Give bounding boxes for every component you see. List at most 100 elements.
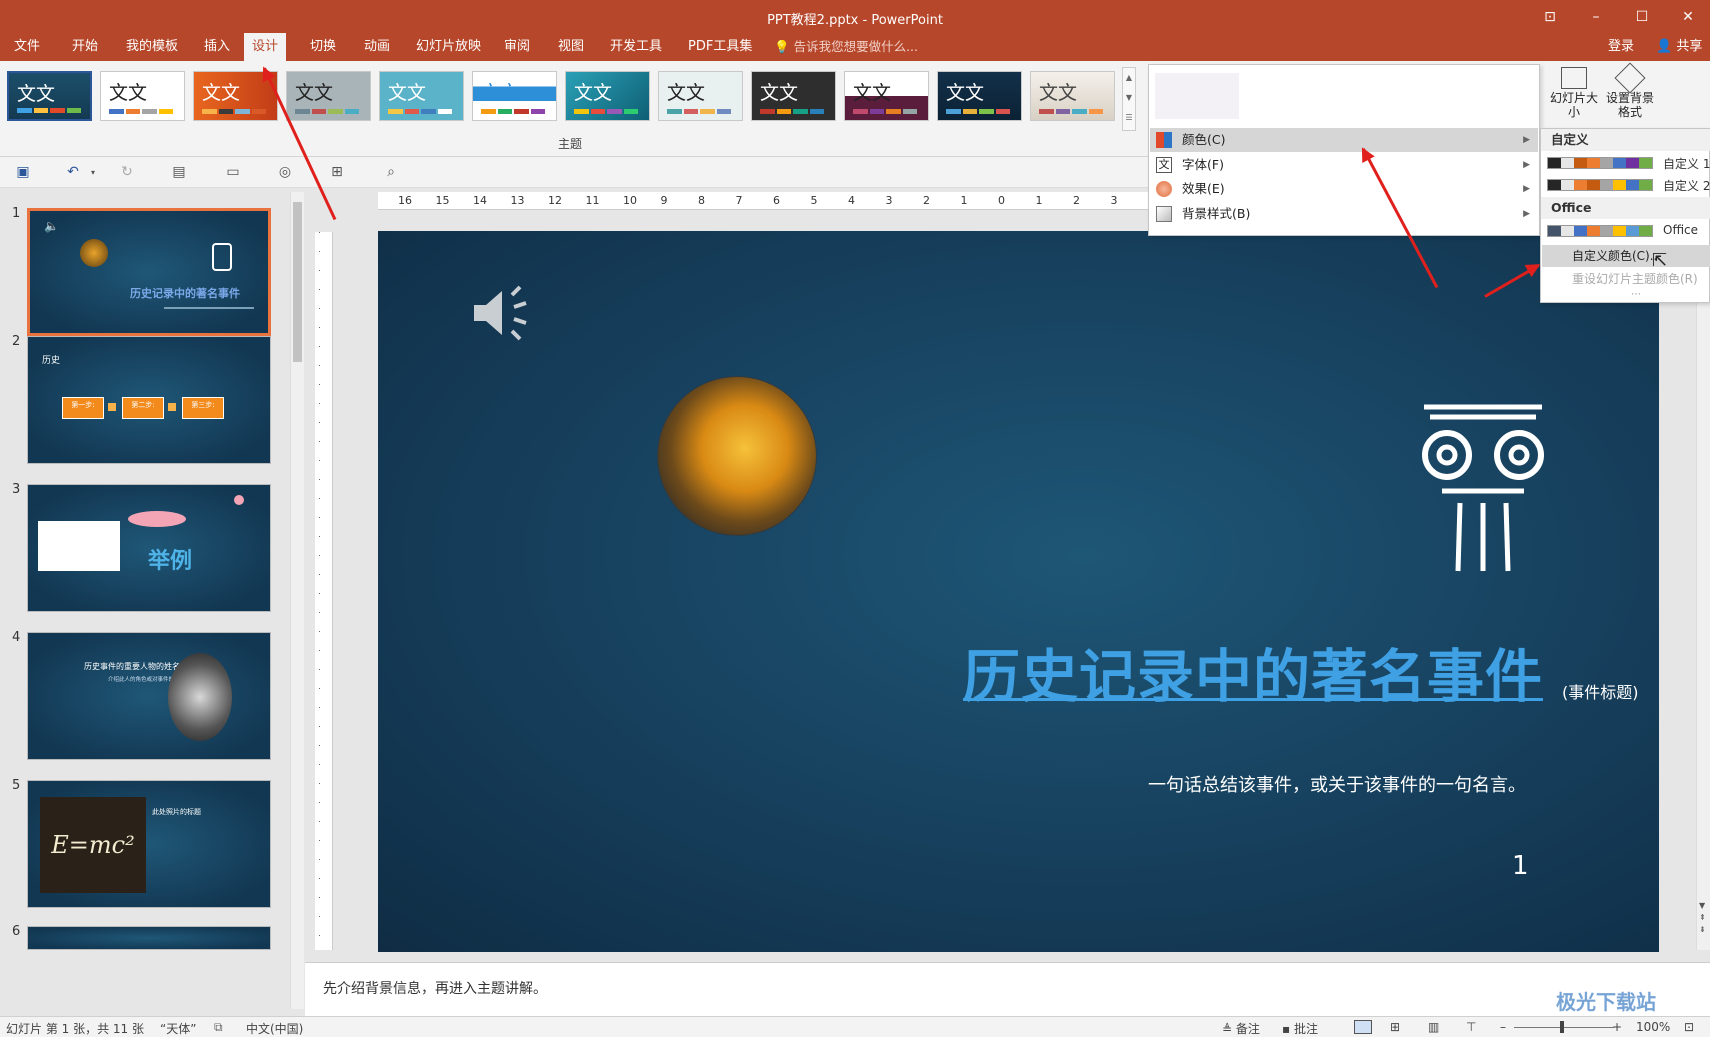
spellcheck-icon[interactable]: ⧉ <box>214 1020 223 1035</box>
customize-colors-item[interactable]: 自定义颜色(C)... <box>1542 245 1710 267</box>
tab-design[interactable]: 设计 <box>244 33 287 61</box>
zoom-out-icon[interactable]: – <box>1500 1020 1506 1034</box>
tab-view[interactable]: 视图 <box>550 33 592 61</box>
scroll-thumb[interactable] <box>293 202 302 362</box>
theme-thumbnail[interactable]: 文文 <box>286 71 371 121</box>
zoom-level[interactable]: 100% <box>1636 1020 1670 1034</box>
normal-view-icon[interactable] <box>1354 1020 1372 1034</box>
variant-preview[interactable] <box>1155 73 1239 119</box>
shapes-icon[interactable]: ◎ <box>276 164 294 180</box>
menu-resize-grip[interactable]: ⋯ <box>1631 289 1641 300</box>
slideshow-icon[interactable]: ⊤ <box>1466 1020 1476 1034</box>
slide-thumbnail-4[interactable]: 历史事件的重要人物的姓名 介绍此人的角色或对事件的影响。 <box>27 632 271 760</box>
slide-thumbnail-1[interactable]: 🔈 历史记录中的著名事件 <box>27 208 271 336</box>
slide-scrollbar[interactable]: ▼ ⇞ ⇟ <box>1696 200 1710 950</box>
tab-file[interactable]: 文件 <box>6 33 48 61</box>
ionic-column-icon[interactable] <box>1420 403 1546 575</box>
zoom-slider-thumb[interactable] <box>1560 1021 1564 1033</box>
menu-item-colors[interactable]: 颜色(C) ▶ <box>1150 128 1538 152</box>
slide-size-button[interactable]: 幻灯片大小 <box>1550 63 1598 119</box>
tab-transitions[interactable]: 切换 <box>302 33 344 61</box>
slide-subtitle[interactable]: 一句话总结该事件，或关于该事件的一句名言。 <box>1148 771 1526 797</box>
undo-dropdown-icon[interactable]: ▾ <box>84 168 102 184</box>
slide-thumbnail-2[interactable]: 历史 第一步: 第二步: 第三步: <box>27 336 271 464</box>
menu-item-effects[interactable]: 效果(E) ▶ <box>1150 177 1538 201</box>
slide-thumbnail-6[interactable] <box>27 926 271 950</box>
ruler-ticks <box>319 232 320 950</box>
theme-thumbnail[interactable]: 文文 <box>472 71 557 121</box>
color-scheme-custom-2[interactable]: 自定义 2 <box>1541 174 1710 196</box>
ribbon-display-options-icon[interactable]: ⊡ <box>1532 6 1568 28</box>
theme-thumbnail[interactable]: 文文 <box>7 71 92 121</box>
theme-thumbnail[interactable]: 文文 <box>844 71 929 121</box>
theme-thumbnail[interactable]: 文文 <box>751 71 836 121</box>
tab-my-templates[interactable]: 我的模板 <box>118 33 186 61</box>
tab-home[interactable]: 开始 <box>64 33 106 61</box>
close-icon[interactable]: ✕ <box>1670 6 1706 28</box>
theme-thumbnail[interactable]: 文文 <box>658 71 743 121</box>
reading-view-icon[interactable]: ▥ <box>1428 1020 1439 1034</box>
thumbnail-scrollbar[interactable] <box>290 192 304 1009</box>
color-swatch <box>1626 180 1639 190</box>
theme-color-swatches <box>109 109 173 114</box>
tab-developer[interactable]: 开发工具 <box>602 33 670 61</box>
slide-thumbnail-3[interactable]: 举例 <box>27 484 271 612</box>
color-scheme-custom-1[interactable]: 自定义 1 <box>1541 152 1710 174</box>
slide-thumbnail-5[interactable]: E=mc² 此处照片的标题 <box>27 780 271 908</box>
comments-button[interactable]: ▪ 批注 <box>1282 1020 1318 1037</box>
zoom-in-icon[interactable]: + <box>1612 1020 1622 1034</box>
redo-icon[interactable]: ↻ <box>118 164 136 180</box>
color-scheme-office[interactable]: Office <box>1541 220 1710 242</box>
tab-pdf-tools[interactable]: PDF工具集 <box>680 33 760 61</box>
theme-thumbnail[interactable]: 文文 <box>565 71 650 121</box>
leaf-photo[interactable] <box>657 376 817 536</box>
slide-page-number[interactable]: 1 <box>1512 851 1529 881</box>
reset-theme-colors-item[interactable]: 重设幻灯片主题颜色(R) <box>1542 268 1710 290</box>
theme-thumbnail[interactable]: 文文 <box>379 71 464 121</box>
tab-insert[interactable]: 插入 <box>196 33 238 61</box>
share-button[interactable]: 👤 共享 <box>1648 33 1710 61</box>
theme-thumbnail[interactable]: 文文 <box>1030 71 1115 121</box>
language-indicator[interactable]: 中文(中国) <box>246 1020 303 1037</box>
maximize-icon[interactable]: ☐ <box>1624 6 1660 28</box>
slide-canvas[interactable]: 历史记录中的著名事件 (事件标题) 一句话总结该事件，或关于该事件的一句名言。 … <box>378 231 1659 952</box>
fit-to-window-icon[interactable]: ⊡ <box>1684 1020 1694 1034</box>
menu-item-label: 背景样式(B) <box>1182 206 1251 221</box>
notes-button[interactable]: ≜ 备注 <box>1222 1020 1260 1037</box>
presenter-icon[interactable]: ⊞ <box>328 164 346 180</box>
save-icon[interactable]: ▣ <box>14 164 32 180</box>
speaker-icon[interactable] <box>472 283 536 343</box>
tab-animations[interactable]: 动画 <box>356 33 398 61</box>
slide-title[interactable]: 历史记录中的著名事件 <box>963 631 1543 713</box>
slide-sorter-icon[interactable]: ⊞ <box>1390 1020 1400 1034</box>
color-scheme-swatches <box>1547 179 1653 191</box>
menu-item-fonts[interactable]: 文 字体(F) ▶ <box>1150 153 1538 177</box>
menu-item-background-styles[interactable]: 背景样式(B) ▶ <box>1150 202 1538 226</box>
tab-slideshow[interactable]: 幻灯片放映 <box>408 33 489 61</box>
format-background-icon <box>1614 62 1646 94</box>
office-heading: Office <box>1541 197 1710 219</box>
minimize-icon[interactable]: – <box>1578 6 1614 28</box>
login-link[interactable]: 登录 <box>1600 33 1642 61</box>
tab-review[interactable]: 审阅 <box>496 33 538 61</box>
lightbulb-icon: 💡 <box>774 39 790 54</box>
theme-name: “天体” <box>160 1022 197 1036</box>
zoom-icon[interactable]: ⌕ <box>382 164 400 180</box>
title-note[interactable]: (事件标题) <box>1562 679 1639 703</box>
thumb-title: 历史事件的重要人物的姓名 <box>84 662 180 671</box>
ruler-label: 9 <box>660 194 668 207</box>
theme-thumbnail[interactable]: 文文 <box>100 71 185 121</box>
zoom-slider[interactable] <box>1514 1027 1614 1028</box>
textbox-icon[interactable]: ▭ <box>224 164 242 180</box>
undo-icon[interactable]: ↶ <box>64 164 82 180</box>
notes-pane[interactable]: 先介绍背景信息，再进入主题讲解。 <box>305 962 1710 1016</box>
gallery-scroll[interactable]: ▲ ▼ ☰ <box>1122 67 1136 131</box>
tell-me-box[interactable]: 💡 告诉我您想要做什么... <box>774 33 918 61</box>
notes-text[interactable]: 先介绍背景信息，再进入主题讲解。 <box>323 978 547 998</box>
powerpoint-window: PPT教程2.pptx - PowerPoint ⊡ – ☐ ✕ 文件 开始 我… <box>0 0 1710 1037</box>
theme-thumbnail[interactable]: 文文 <box>937 71 1022 121</box>
format-background-button[interactable]: 设置背景格式 <box>1602 62 1658 119</box>
scroll-buttons[interactable]: ▼ ⇞ ⇟ <box>1699 900 1706 936</box>
new-slide-icon[interactable]: ▤ <box>170 164 188 180</box>
color-scheme-name: Office <box>1663 223 1699 237</box>
